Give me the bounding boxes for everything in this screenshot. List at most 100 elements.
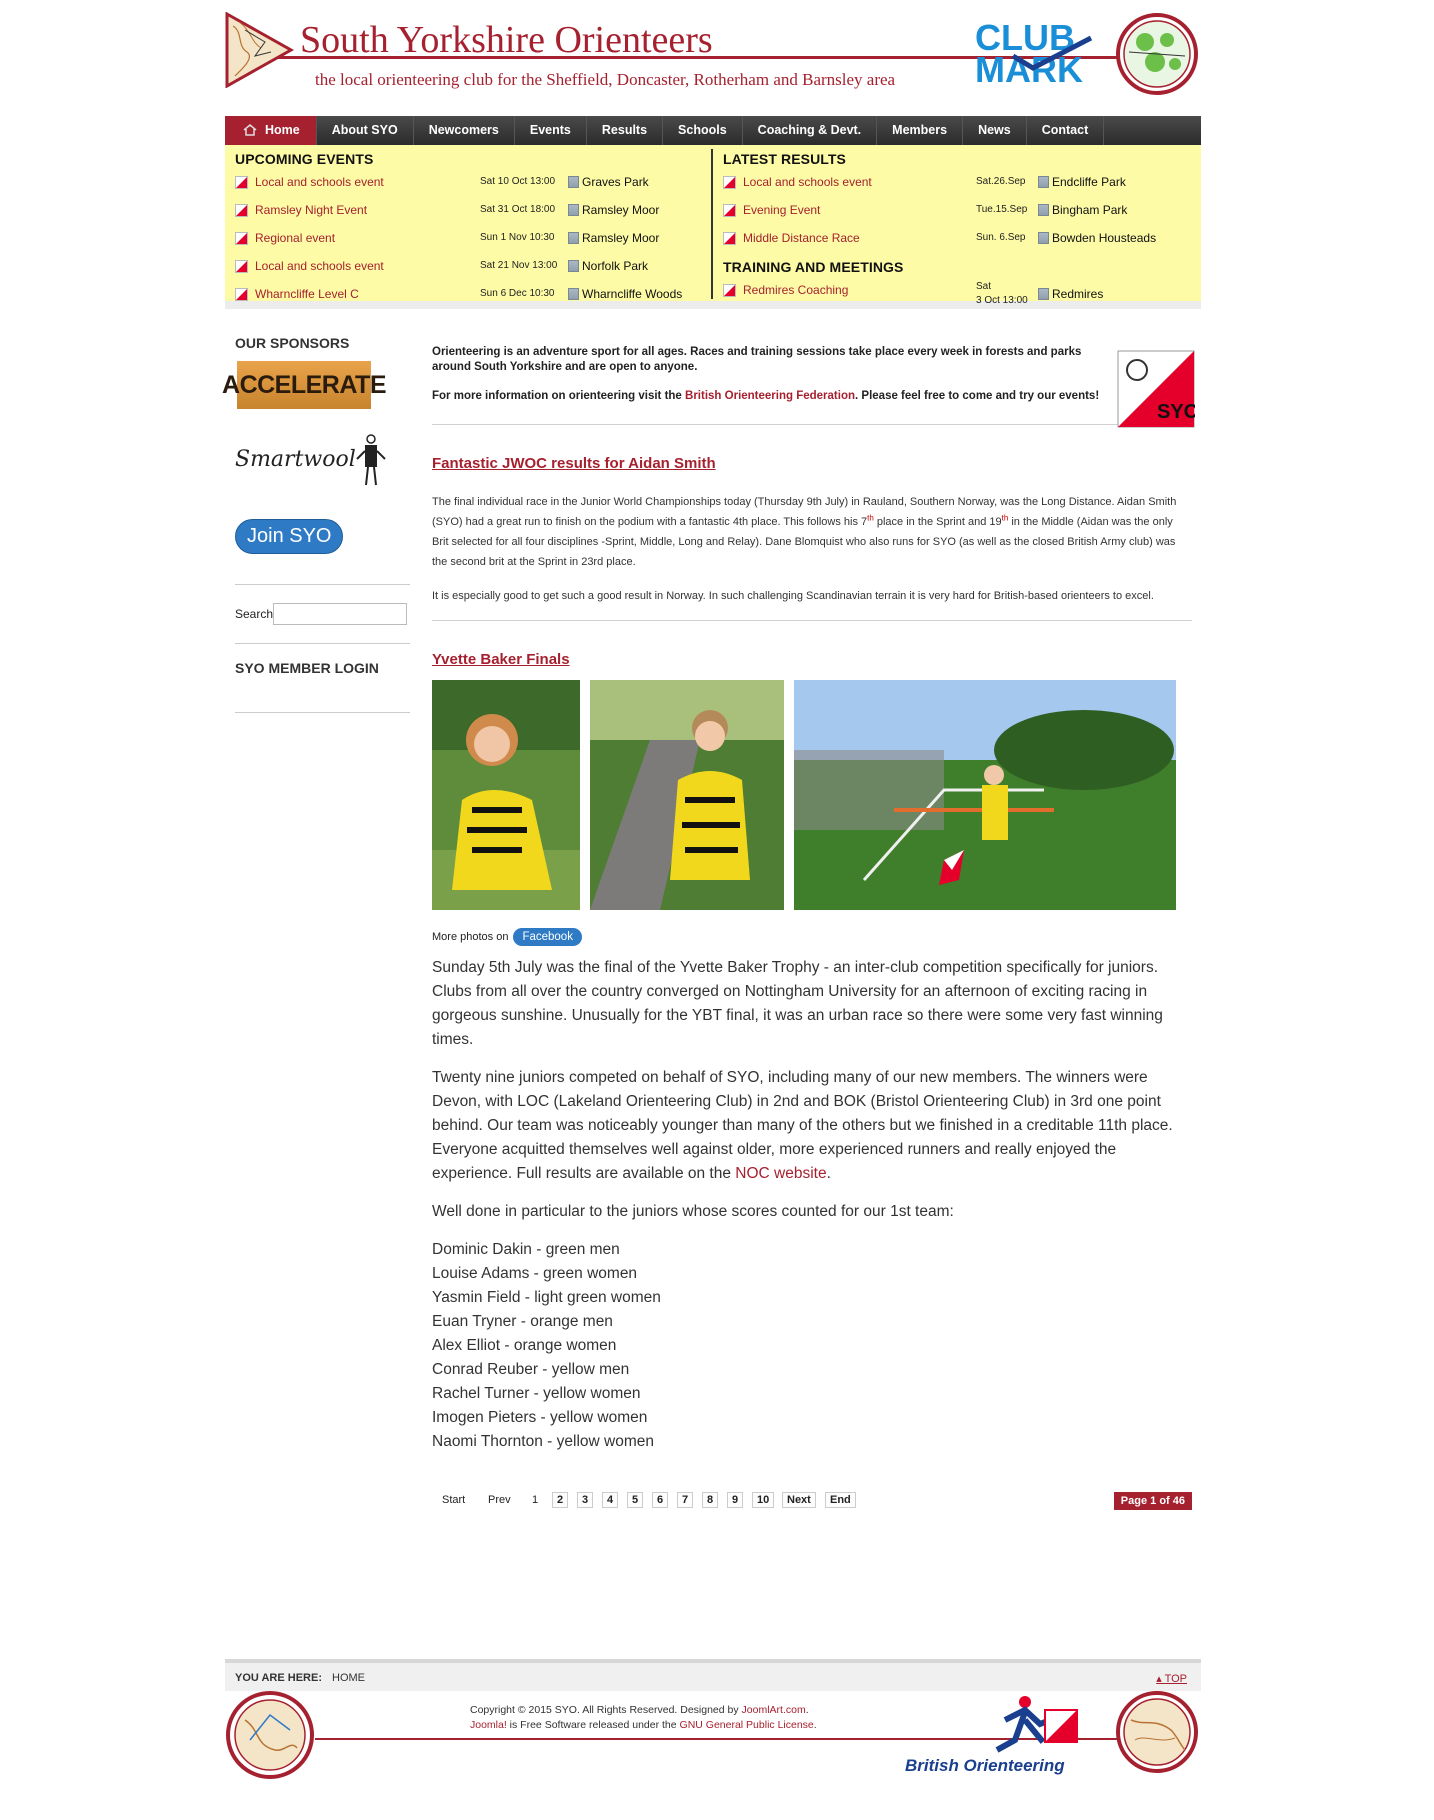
syo-badge-logo: SYO bbox=[1117, 350, 1195, 428]
smartwool-figure-icon bbox=[356, 434, 386, 486]
nav-coaching[interactable]: Coaching & Devt. bbox=[743, 116, 878, 145]
nav-news[interactable]: News bbox=[963, 116, 1027, 145]
facebook-button[interactable]: Facebook bbox=[513, 928, 582, 946]
member-login-title[interactable]: SYO MEMBER LOGIN bbox=[235, 660, 410, 676]
footer-map-circle-right-icon bbox=[1116, 1691, 1198, 1773]
event-venue[interactable]: Ramsley Moor bbox=[568, 203, 659, 217]
back-to-top-link[interactable]: ▴ TOP bbox=[1156, 1672, 1187, 1685]
pager-page[interactable]: 6 bbox=[652, 1492, 669, 1508]
venue-icon bbox=[568, 288, 579, 300]
event-venue[interactable]: Norfolk Park bbox=[568, 259, 648, 273]
pager-page[interactable]: 7 bbox=[677, 1492, 694, 1508]
page-counter: Page 1 of 46 bbox=[1113, 1492, 1192, 1510]
nav-events[interactable]: Events bbox=[515, 116, 587, 145]
event-link[interactable]: Local and schools event bbox=[255, 259, 384, 273]
sponsor-accelerate-logo[interactable]: ACCELERATE bbox=[222, 361, 387, 409]
training-venue[interactable]: Redmires bbox=[1038, 287, 1103, 301]
venue-label: Norfolk Park bbox=[582, 259, 649, 273]
nav-results[interactable]: Results bbox=[587, 116, 664, 145]
you-are-here-label: YOU ARE HERE: bbox=[235, 1672, 322, 1684]
venue-icon bbox=[1038, 176, 1049, 188]
nav-home[interactable]: Home bbox=[225, 116, 317, 145]
pager-page[interactable]: 9 bbox=[727, 1492, 744, 1508]
noc-website-link[interactable]: NOC website bbox=[735, 1165, 826, 1182]
pager-page[interactable]: 2 bbox=[552, 1492, 569, 1508]
pager-page[interactable]: 10 bbox=[752, 1492, 775, 1508]
gnu-license-link[interactable]: GNU General Public License bbox=[680, 1719, 814, 1731]
check-icon bbox=[1011, 35, 1093, 71]
breadcrumb-home[interactable]: HOME bbox=[332, 1672, 365, 1684]
events-divider bbox=[711, 149, 713, 299]
latest-results: LATEST RESULTS Local and schools event S… bbox=[723, 151, 1193, 315]
photo-girl-glasses[interactable] bbox=[432, 680, 580, 910]
top-label: TOP bbox=[1164, 1673, 1187, 1685]
nav-newcomers[interactable]: Newcomers bbox=[414, 116, 515, 145]
article-title-jwoc[interactable]: Fantastic JWOC results for Aidan Smith bbox=[432, 455, 1192, 472]
result-venue[interactable]: Bowden Housteads bbox=[1038, 231, 1156, 245]
results-heading: LATEST RESULTS bbox=[723, 151, 846, 167]
event-link[interactable]: Wharncliffe Level C bbox=[255, 287, 359, 301]
venue-label: Ramsley Moor bbox=[582, 203, 660, 217]
event-venue[interactable]: Ramsley Moor bbox=[568, 231, 659, 245]
venue-label: Bowden Housteads bbox=[1052, 231, 1157, 245]
event-venue[interactable]: Wharncliffe Woods bbox=[568, 287, 682, 301]
pager-current: 1 bbox=[532, 1494, 539, 1506]
pager-start[interactable]: Start bbox=[442, 1494, 465, 1506]
venue-icon bbox=[568, 176, 579, 188]
venue-label: Bingham Park bbox=[1052, 203, 1128, 217]
pager-next[interactable]: Next bbox=[782, 1492, 816, 1508]
photo-finish-area[interactable] bbox=[794, 680, 1176, 910]
result-venue[interactable]: Endcliffe Park bbox=[1038, 175, 1126, 189]
result-venue[interactable]: Bingham Park bbox=[1038, 203, 1127, 217]
control-flag-icon bbox=[235, 176, 248, 189]
control-flag-icon bbox=[235, 288, 248, 301]
event-venue[interactable]: Graves Park bbox=[568, 175, 649, 189]
joomlart-link[interactable]: JoomlArt.com bbox=[742, 1704, 806, 1716]
event-row: Local and schools event Sat 21 Nov 13:00… bbox=[235, 257, 705, 285]
event-link[interactable]: Ramsley Night Event bbox=[255, 203, 367, 217]
result-link[interactable]: Evening Event bbox=[743, 203, 820, 217]
list-item: Alex Elliot - orange women bbox=[432, 1337, 617, 1354]
joomla-link[interactable]: Joomla! bbox=[470, 1719, 507, 1731]
pager-end[interactable]: End bbox=[825, 1492, 856, 1508]
search-input[interactable] bbox=[273, 603, 408, 625]
main-content: Orienteering is an adventure sport for a… bbox=[432, 345, 1195, 1514]
venue-icon bbox=[568, 204, 579, 216]
upcoming-heading: UPCOMING EVENTS bbox=[235, 151, 374, 167]
event-link[interactable]: Local and schools event bbox=[255, 175, 384, 189]
bof-link[interactable]: British Orienteering Federation bbox=[685, 390, 855, 402]
sponsor-smartwool-logo[interactable]: Smartwool bbox=[235, 427, 410, 491]
control-flag-icon bbox=[235, 204, 248, 217]
pager-page[interactable]: 4 bbox=[602, 1492, 619, 1508]
pager-prev[interactable]: Prev bbox=[488, 1494, 511, 1506]
nav-members[interactable]: Members bbox=[877, 116, 964, 145]
pager-page[interactable]: 5 bbox=[627, 1492, 644, 1508]
nav-about[interactable]: About SYO bbox=[317, 116, 414, 145]
venue-icon bbox=[1038, 204, 1049, 216]
orienteering-map-circle-icon bbox=[1116, 13, 1198, 95]
article-title-yvette[interactable]: Yvette Baker Finals bbox=[432, 651, 1192, 668]
footer-map-circle-icon bbox=[226, 1691, 314, 1779]
article-paragraph: Sunday 5th July was the final of the Yve… bbox=[432, 959, 1163, 1048]
join-syo-button[interactable]: Join SYO bbox=[235, 519, 344, 554]
photo-girl-path[interactable] bbox=[590, 680, 784, 910]
event-date: Sun 6 Dec 10:30 bbox=[480, 288, 555, 299]
british-orienteering-logo[interactable]: British Orienteering bbox=[905, 1690, 1085, 1790]
intro-text: Orienteering is an adventure sport for a… bbox=[432, 346, 1082, 373]
pager-page[interactable]: 3 bbox=[577, 1492, 594, 1508]
divider bbox=[235, 643, 410, 644]
nav-schools[interactable]: Schools bbox=[663, 116, 743, 145]
pager-page[interactable]: 8 bbox=[702, 1492, 719, 1508]
event-link[interactable]: Regional event bbox=[255, 231, 335, 245]
result-link[interactable]: Local and schools event bbox=[743, 175, 872, 189]
search-label: Search bbox=[235, 607, 274, 621]
nav-contact[interactable]: Contact bbox=[1027, 116, 1105, 145]
syo-map-logo[interactable] bbox=[225, 12, 295, 88]
result-link[interactable]: Middle Distance Race bbox=[743, 231, 860, 245]
site-title[interactable]: South Yorkshire Orienteers bbox=[300, 18, 713, 62]
list-item: Conrad Reuber - yellow men bbox=[432, 1361, 630, 1378]
article-paragraph: Well done in particular to the juniors w… bbox=[432, 1203, 954, 1220]
result-date: Sat.26.Sep bbox=[976, 176, 1026, 187]
event-row: Regional event Sun 1 Nov 10:30 Ramsley M… bbox=[235, 229, 705, 257]
training-link[interactable]: Redmires Coaching bbox=[743, 283, 848, 297]
